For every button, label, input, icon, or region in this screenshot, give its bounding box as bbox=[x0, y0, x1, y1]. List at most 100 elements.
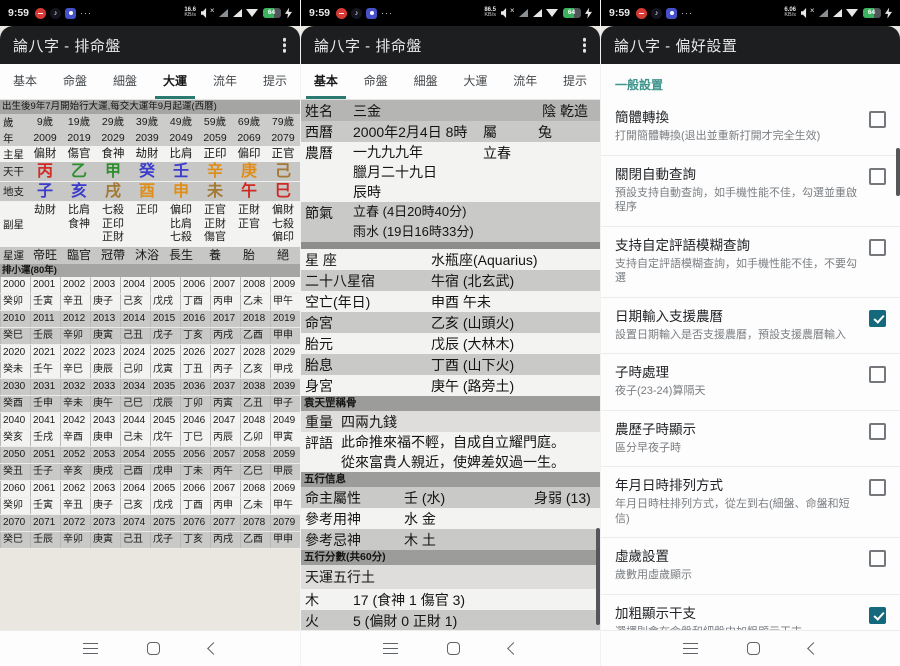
tab[interactable]: 基本 bbox=[301, 64, 351, 99]
age-cell: 79歲 bbox=[266, 114, 300, 130]
life-stage-cell: 長生 bbox=[164, 247, 198, 264]
minor-luck-row: 癸丑壬子辛亥庚戌己酉戊申丁未丙午乙巳甲辰 bbox=[0, 464, 300, 481]
checkbox[interactable] bbox=[869, 111, 886, 128]
home-icon[interactable] bbox=[747, 642, 760, 655]
minor-luck-cell: 戊戌 bbox=[150, 498, 180, 514]
info-row: 胎元 戊辰 (大林木) bbox=[301, 333, 600, 354]
minor-luck-cell: 2019 bbox=[270, 311, 300, 327]
android-nav-bar bbox=[0, 630, 300, 666]
minor-luck-cell: 2037 bbox=[210, 379, 240, 395]
charging-icon bbox=[585, 8, 592, 19]
sub-star: 正印 bbox=[102, 218, 124, 232]
dayun-stage-row: 星運 帝旺臨官冠帶沐浴長生養胎絕 bbox=[0, 247, 300, 264]
minor-luck-cell: 甲申 bbox=[270, 328, 300, 344]
settings-item[interactable]: 農歷子時顯示 區分早夜子時 bbox=[601, 410, 900, 467]
setting-description: 區分早夜子時 bbox=[615, 441, 859, 456]
signal-icon-sim2 bbox=[533, 9, 542, 17]
settings-item[interactable]: 年月日時排列方式 年月日時柱排列方式，從左到右(細盤、命盤和短信) bbox=[601, 466, 900, 537]
checkbox[interactable] bbox=[869, 607, 886, 624]
earthly-branch-cell: 午 bbox=[232, 182, 266, 201]
settings-item[interactable]: 簡體轉換 打開簡體轉換(退出並重新打開才完全生效) bbox=[601, 99, 900, 155]
wifi-icon bbox=[546, 9, 558, 17]
minor-luck-cell: 甲午 bbox=[270, 294, 300, 310]
tab[interactable]: 命盤 bbox=[50, 64, 100, 99]
tab[interactable]: 大運 bbox=[450, 64, 500, 99]
row-label: 主星 bbox=[0, 146, 28, 162]
earthly-branch-cell: 戌 bbox=[96, 182, 130, 201]
lunar-line: 辰時 bbox=[353, 182, 483, 202]
name-value: 三金 bbox=[353, 101, 483, 121]
checkbox[interactable] bbox=[869, 366, 886, 383]
minor-luck-row: 2010201120122013201420152016201720182019 bbox=[0, 311, 300, 328]
dayun-branch-row: 地支 子亥戌酉申未午巳 bbox=[0, 182, 300, 202]
solar-terms-value: 立春 (4日20時40分)雨水 (19日16時33分) bbox=[353, 202, 474, 242]
bone-weight-header: 袁天罡稱骨 bbox=[301, 396, 600, 411]
notification-icon-red bbox=[636, 8, 647, 19]
zodiac-value: 兔 bbox=[538, 122, 552, 142]
field-label: 農曆 bbox=[305, 142, 353, 163]
recents-icon[interactable] bbox=[83, 643, 98, 654]
tab[interactable]: 提示 bbox=[250, 64, 300, 99]
minor-luck-cell: 2059 bbox=[270, 447, 300, 463]
minor-luck-cell: 壬辰 bbox=[30, 532, 60, 548]
minor-luck-cell: 壬申 bbox=[30, 396, 60, 412]
overflow-menu-icon[interactable] bbox=[583, 43, 587, 47]
minor-luck-cell: 2044 bbox=[120, 413, 150, 429]
minor-luck-cell: 辛巳 bbox=[60, 362, 90, 378]
clock: 9:59 bbox=[309, 7, 330, 19]
field-value: 壬 (水) bbox=[404, 488, 534, 508]
settings-item[interactable]: 子時處理 夜子(23-24)算隔天 bbox=[601, 353, 900, 410]
recents-icon[interactable] bbox=[383, 643, 398, 654]
minor-luck-cell: 癸巳 bbox=[0, 532, 30, 548]
checkbox[interactable] bbox=[869, 168, 886, 185]
minor-luck-cell: 2077 bbox=[210, 515, 240, 531]
checkbox[interactable] bbox=[869, 310, 886, 327]
age-cell: 19歲 bbox=[62, 114, 96, 130]
home-icon[interactable] bbox=[147, 642, 160, 655]
home-icon[interactable] bbox=[447, 642, 460, 655]
minor-luck-cell: 2011 bbox=[30, 311, 60, 327]
tab[interactable]: 提示 bbox=[550, 64, 600, 99]
tab[interactable]: 命盤 bbox=[351, 64, 401, 99]
checkbox[interactable] bbox=[869, 239, 886, 256]
field-value: 牛宿 (北玄武) bbox=[431, 271, 514, 291]
scrollbar[interactable] bbox=[896, 148, 900, 196]
setting-title: 關閉自動查詢 bbox=[615, 166, 859, 184]
row-label: 星運 bbox=[0, 247, 28, 264]
minor-luck-cell: 2078 bbox=[240, 515, 270, 531]
year-cell: 2049 bbox=[164, 130, 198, 146]
minor-luck-cell: 2008 bbox=[240, 277, 270, 293]
signal-icon-sim2 bbox=[233, 9, 242, 17]
recents-icon[interactable] bbox=[683, 643, 698, 654]
info-row: 二十八星宿 牛宿 (北玄武) bbox=[301, 270, 600, 291]
tab[interactable]: 流年 bbox=[500, 64, 550, 99]
minor-luck-cell: 戊午 bbox=[150, 430, 180, 446]
checkbox[interactable] bbox=[869, 550, 886, 567]
settings-item[interactable]: 支持自定評語模糊查詢 支持自定評語模糊查詢，如手機性能不佳，不要勾選 bbox=[601, 226, 900, 297]
back-icon[interactable] bbox=[807, 642, 820, 655]
tab[interactable]: 流年 bbox=[200, 64, 250, 99]
checkbox[interactable] bbox=[869, 479, 886, 496]
notification-icon-music: ♪ bbox=[651, 8, 662, 19]
back-icon[interactable] bbox=[507, 642, 520, 655]
back-icon[interactable] bbox=[207, 642, 220, 655]
field-value: 庚午 (路旁土) bbox=[431, 376, 514, 396]
field-label: 節氣 bbox=[305, 202, 353, 223]
main-star-cell: 偏財 bbox=[28, 146, 62, 162]
settings-item[interactable]: 加粗顯示干支 選擇則會在命盤和細盤中加粗顯示干支 bbox=[601, 594, 900, 631]
tab[interactable]: 基本 bbox=[0, 64, 50, 99]
field-value: 丁酉 (山下火) bbox=[431, 355, 514, 375]
tab[interactable]: 大運 bbox=[150, 64, 200, 99]
tab[interactable]: 細盤 bbox=[401, 64, 451, 99]
settings-item[interactable]: 虛歲設置 歲數用虛歲顯示 bbox=[601, 537, 900, 594]
minor-luck-cell: 癸卯 bbox=[0, 498, 30, 514]
settings-item[interactable]: 日期輸入支援農曆 設置日期輸入是否支援農曆，預設支援農曆輸入 bbox=[601, 297, 900, 354]
overflow-menu-icon[interactable] bbox=[283, 43, 287, 47]
tab[interactable]: 細盤 bbox=[100, 64, 150, 99]
minor-luck-cell: 辛丑 bbox=[60, 294, 90, 310]
minor-luck-cell: 丙戌 bbox=[210, 532, 240, 548]
minor-luck-cell: 甲寅 bbox=[270, 430, 300, 446]
settings-item[interactable]: 關閉自動查詢 預設支持自動查詢，如手機性能不佳，勾選並重啟程序 bbox=[601, 155, 900, 226]
checkbox[interactable] bbox=[869, 423, 886, 440]
minor-luck-cell: 2072 bbox=[60, 515, 90, 531]
